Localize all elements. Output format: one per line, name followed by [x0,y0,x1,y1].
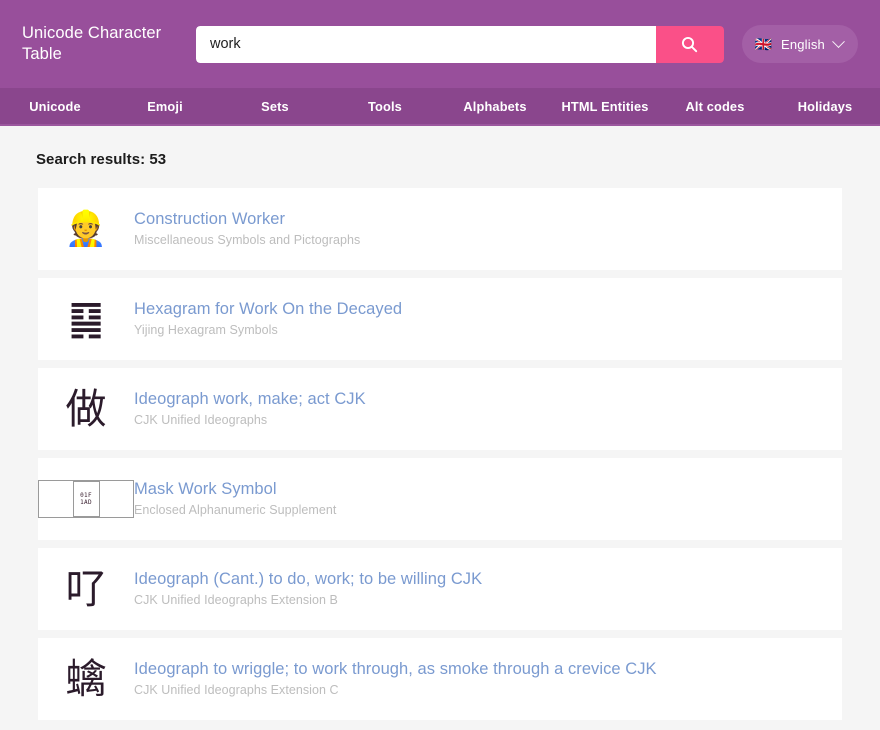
nav-item-tools[interactable]: Tools [330,88,440,124]
result-title-link[interactable]: Ideograph (Cant.) to do, work; to be wil… [134,569,818,590]
nav-item-emoji[interactable]: Emoji [110,88,220,124]
result-card[interactable]: 做 Ideograph work, make; act CJK CJK Unifie… [38,368,842,450]
result-card[interactable]: 01F 1AD Mask Work Symbol Enclosed Alphanume… [38,458,842,540]
missing-glyph-code-top: 01F [80,492,92,499]
result-title-link[interactable]: Mask Work Symbol [134,479,818,500]
character-glyph[interactable]: 𠮩 [38,548,134,630]
missing-glyph-code-bottom: 1AD [80,499,92,506]
site-brand-title[interactable]: Unicode Character Table [22,23,172,65]
nav-item-alt-codes[interactable]: Alt codes [660,88,770,124]
result-block-name: CJK Unified Ideographs [134,413,268,428]
result-title-link[interactable]: Ideograph to wriggle; to work through, a… [134,659,818,680]
result-text: Ideograph work, make; act CJK CJK Unified… [134,389,826,428]
language-label: English [780,36,825,52]
result-text: Hexagram for Work On the Decayed Yijing H… [134,299,826,338]
result-card[interactable]: 𠮩 Ideograph (Cant.) to do, work; to be wi… [38,548,842,630]
result-title-link[interactable]: Construction Worker [134,209,818,230]
search-input[interactable] [196,25,656,63]
result-title-link[interactable]: Ideograph work, make; act CJK [134,389,818,410]
language-selector[interactable]: 🇬🇧 English [741,25,858,63]
search-button[interactable] [655,25,724,63]
result-block-name: Miscellaneous Symbols and Pictographs [134,233,361,248]
result-block-name: Yijing Hexagram Symbols [134,323,278,338]
result-block-name: CJK Unified Ideographs Extension C [134,683,339,698]
result-title-link[interactable]: Hexagram for Work On the Decayed [134,299,818,320]
result-text: Mask Work Symbol Enclosed Alphanumeric Su… [134,479,826,518]
character-glyph[interactable]: 👷 [38,188,134,270]
nav-item-unicode[interactable]: Unicode [0,88,110,124]
character-glyph[interactable]: ䷑ [38,278,134,360]
result-block-name: CJK Unified Ideographs Extension B [134,593,338,608]
result-card[interactable]: 👷 Construction Worker Miscellaneous Symbol… [38,188,842,270]
uk-flag-icon: 🇬🇧 [754,36,772,52]
result-text: Ideograph (Cant.) to do, work; to be wil… [134,569,826,608]
result-text: Ideograph to wriggle; to work through, a… [134,659,826,698]
result-text: Construction Worker Miscellaneous Symbols… [134,209,826,248]
result-card[interactable]: 蠄 Ideograph to wriggle; to work through, … [38,638,842,720]
result-block-name: Enclosed Alphanumeric Supplement [134,503,337,518]
site-header: Unicode Character Table 🇬🇧 English [0,0,880,88]
nav-item-html-entities[interactable]: HTML Entities [550,88,660,124]
nav-item-holidays[interactable]: Holidays [770,88,880,124]
chevron-down-icon [832,34,845,48]
primary-navigation: Unicode Emoji Sets Tools Alphabets HTML … [0,88,880,126]
character-glyph[interactable]: 做 [38,368,134,450]
nav-item-sets[interactable]: Sets [220,88,330,124]
missing-glyph-box: 01F 1AD [72,481,100,517]
result-card[interactable]: ䷑ Hexagram for Work On the Decayed Yijing … [38,278,842,360]
search-bar [196,25,724,63]
character-glyph[interactable]: 蠄 [38,638,134,720]
nav-item-alphabets[interactable]: Alphabets [440,88,550,124]
search-results-heading: Search results: 53 [36,151,167,168]
search-icon [681,36,698,53]
main-content: Search results: 53 👷 Construction Worker M… [0,126,880,728]
search-results-list: 👷 Construction Worker Miscellaneous Symbol… [38,188,842,720]
character-glyph[interactable]: 01F 1AD [38,480,134,518]
